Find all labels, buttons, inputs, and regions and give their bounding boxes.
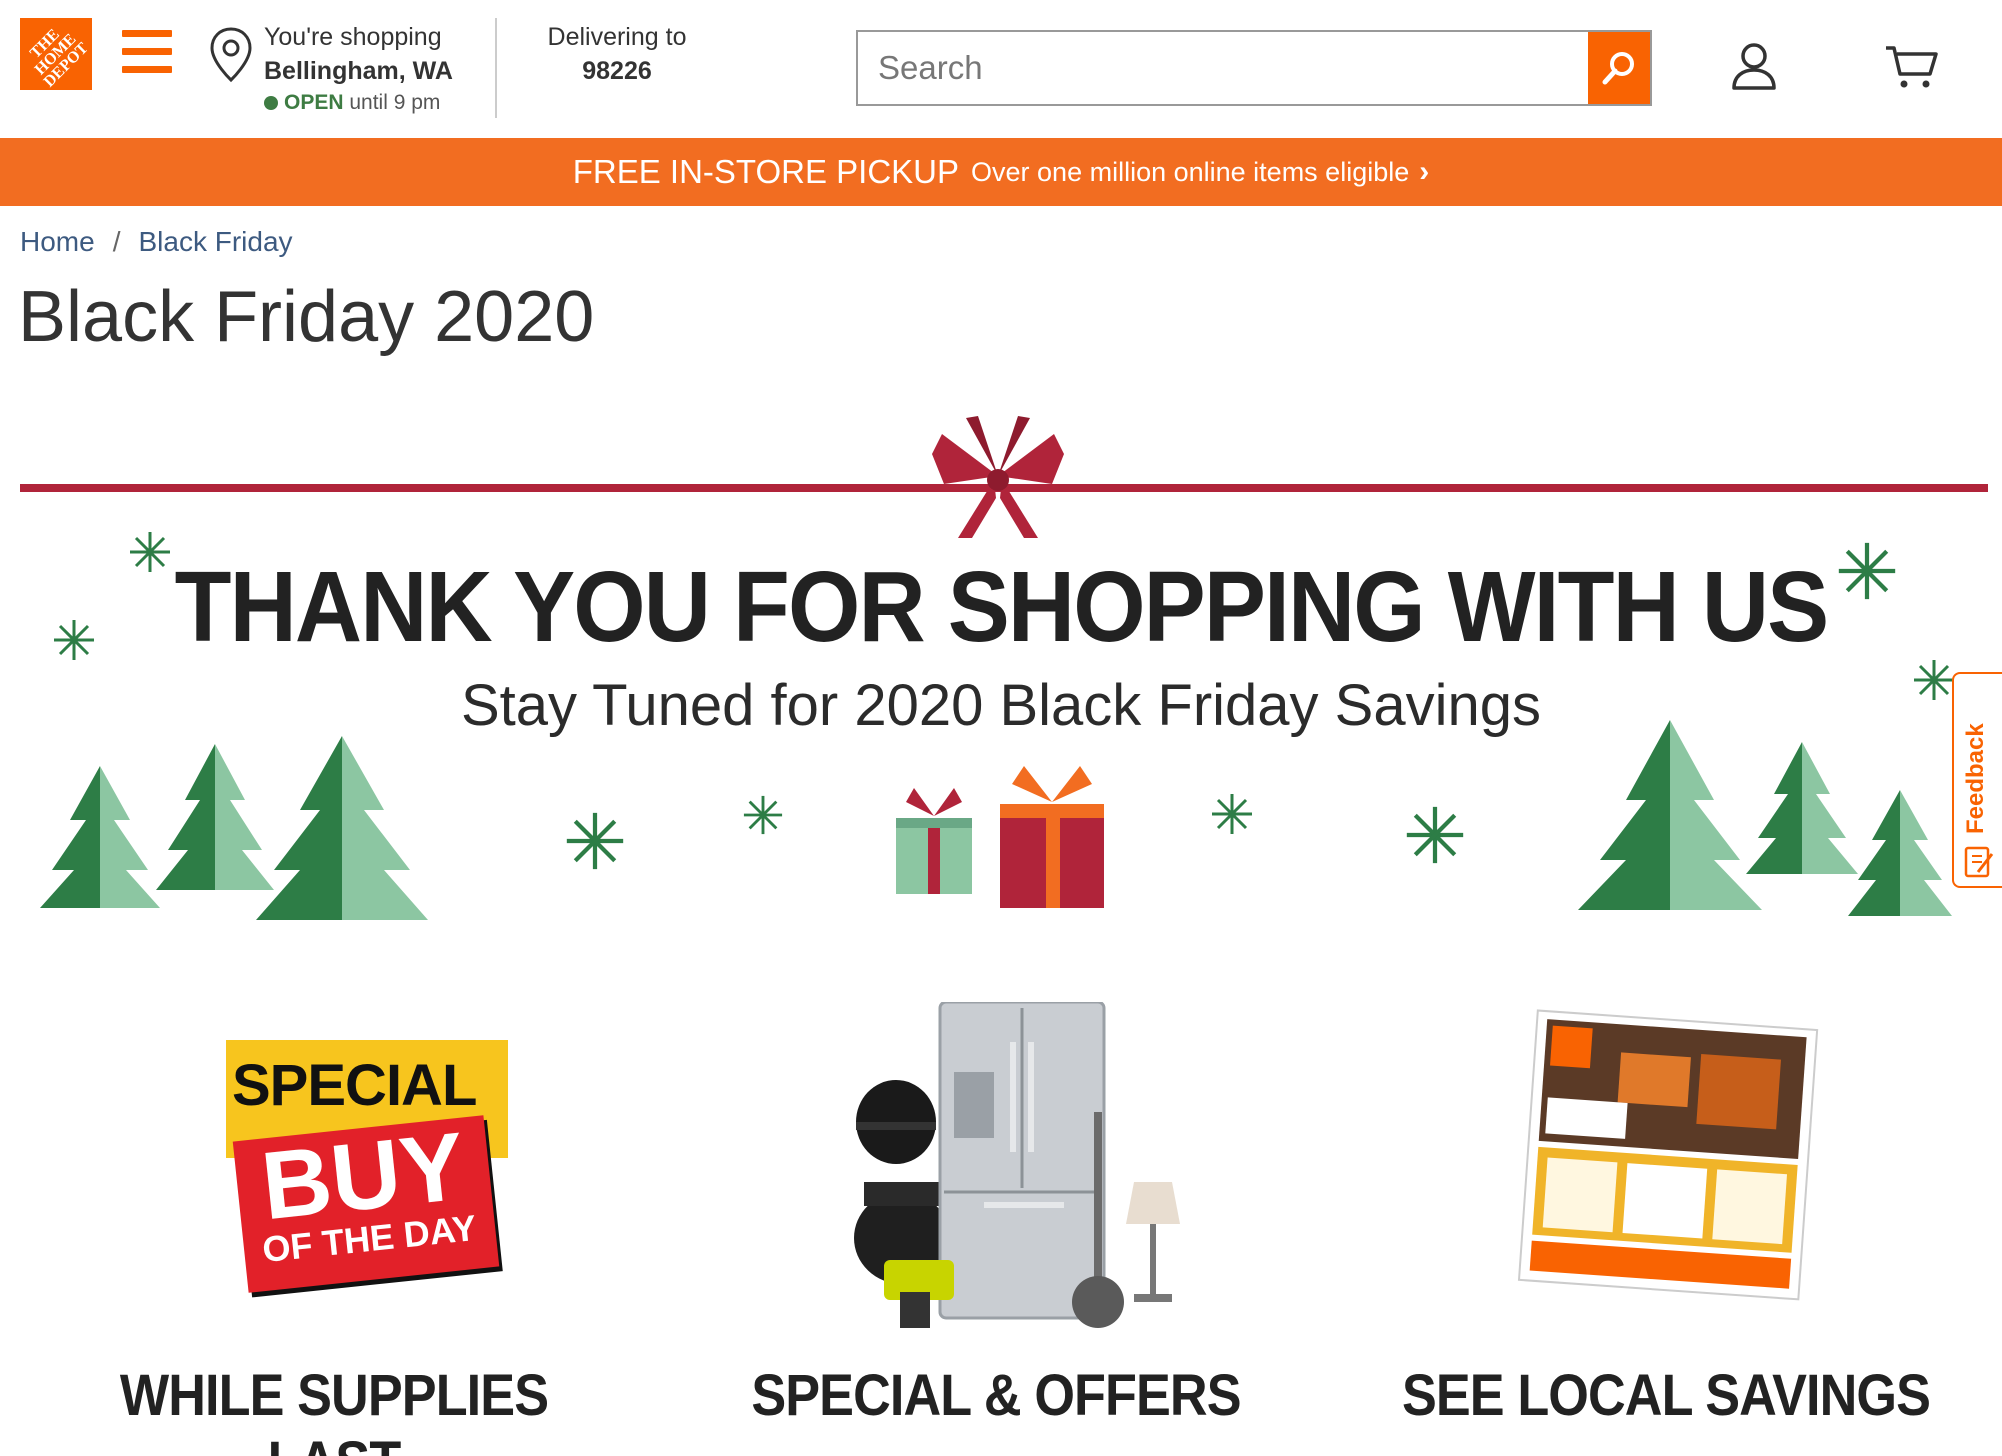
snowflake-icon	[1212, 794, 1252, 834]
ribbon-bow-icon	[932, 416, 1064, 538]
header-divider	[495, 18, 497, 118]
cart-icon[interactable]	[1884, 44, 1940, 90]
logo-text: THE HOME DEPOT	[27, 25, 93, 91]
store-selector[interactable]: You're shopping Bellingham, WA OPEN unti…	[264, 20, 484, 118]
gift-boxes-icon	[896, 766, 1104, 908]
card-label: SPECIAL & OFFERS	[751, 1363, 1241, 1428]
delivery-zip: 98226	[582, 57, 652, 85]
search-input[interactable]	[858, 32, 1590, 104]
delivery-label: Delivering to	[547, 23, 687, 51]
store-status: OPEN until 9 pm	[264, 88, 484, 118]
site-header: THE HOME DEPOT You're shopping Bellingha…	[0, 0, 2002, 138]
promo-detail: Over one million online items eligible	[971, 156, 1410, 187]
christmas-trees-left	[40, 736, 428, 920]
open-status-dot	[264, 96, 278, 110]
card-while-supplies-last[interactable]: SPECIAL BUY OF THE DAY WHILE SUPPLIES LA…	[34, 990, 634, 1456]
snowflake-icon	[566, 812, 624, 870]
account-icon[interactable]	[1728, 40, 1780, 92]
breadcrumb-separator: /	[112, 226, 121, 257]
card-label: SEE LOCAL SAVINGS	[1401, 1363, 1931, 1428]
search-bar	[856, 30, 1652, 106]
store-label: You're shopping	[264, 23, 442, 51]
holiday-hero-banner: THANK YOU FOR SHOPPING WITH US Stay Tune…	[0, 400, 2002, 920]
store-hours: until 9 pm	[349, 91, 441, 114]
card-label: WHILE SUPPLIES LAST	[119, 1363, 549, 1456]
location-pin-icon[interactable]	[208, 26, 254, 84]
breadcrumb-home[interactable]: Home	[20, 226, 95, 257]
appliances-image	[854, 1002, 1180, 1328]
breadcrumb-black-friday[interactable]: Black Friday	[138, 226, 292, 257]
chevron-right-icon: ›	[1419, 155, 1430, 188]
hero-headline: THANK YOU FOR SHOPPING WITH US	[174, 551, 1830, 663]
menu-icon[interactable]	[122, 30, 172, 74]
special-buy-top-text: SPECIAL	[232, 1053, 477, 1118]
open-label: OPEN	[284, 91, 344, 114]
local-ad-flyer-image	[1517, 1009, 1819, 1301]
search-button[interactable]	[1588, 32, 1650, 104]
feedback-tab[interactable]: Feedback	[1952, 672, 2002, 888]
promo-headline: FREE IN-STORE PICKUP	[572, 153, 960, 190]
snowflake-icon	[743, 795, 783, 835]
feedback-label: Feedback	[1962, 723, 1989, 834]
hero-subhead: Stay Tuned for 2020 Black Friday Savings	[460, 673, 1542, 738]
feedback-pencil-icon	[1964, 846, 1994, 878]
breadcrumb: Home / Black Friday	[20, 226, 293, 258]
search-icon	[1602, 52, 1634, 85]
page-title: Black Friday 2020	[18, 277, 595, 357]
free-pickup-banner[interactable]: FREE IN-STORE PICKUP Over one million on…	[0, 138, 2002, 206]
card-special-offers[interactable]: SPECIAL & OFFERS	[696, 990, 1296, 1440]
snowflake-icon	[1406, 806, 1464, 864]
card-see-local-savings[interactable]: SEE LOCAL SAVINGS	[1366, 990, 1966, 1440]
delivery-zip-selector[interactable]: Delivering to 98226	[512, 20, 722, 88]
home-depot-logo[interactable]: THE HOME DEPOT	[20, 18, 92, 90]
store-city: Bellingham, WA	[264, 57, 453, 85]
christmas-trees-right	[1578, 720, 1952, 916]
